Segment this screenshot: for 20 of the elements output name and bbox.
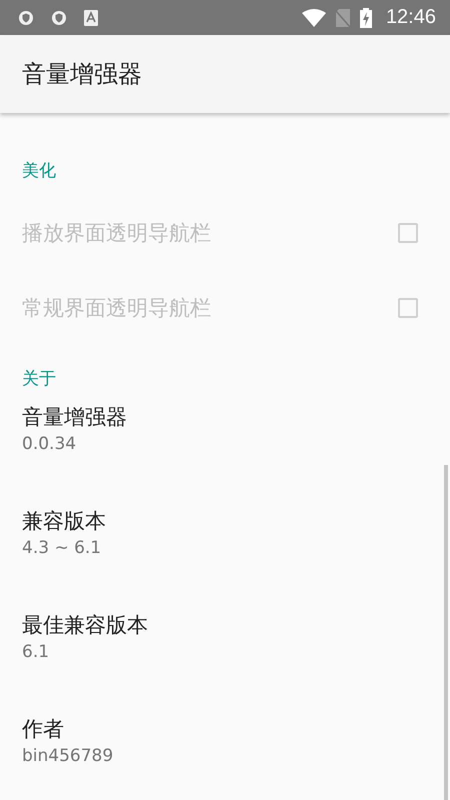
app-title: 音量增强器 (22, 59, 142, 90)
no-sim-icon (336, 8, 350, 26)
setting-title: 播放界面透明导航栏 (22, 220, 211, 246)
setting-title: 常规界面透明导航栏 (22, 294, 211, 322)
battery-charging-icon (360, 8, 372, 28)
info-summary: 6.1 (22, 641, 50, 664)
shield-icon (51, 10, 67, 26)
section-header: 美化 (21, 160, 57, 183)
info-title: 作者 (22, 716, 65, 743)
info-summary: 0.0.34 (22, 433, 78, 456)
clock: 12:46 (386, 6, 436, 29)
wifi-icon (302, 8, 326, 26)
info-summary: 4.3 ~ 6.1 (22, 537, 102, 560)
info-title: 兼容版本 (22, 508, 107, 535)
keyboard-icon (84, 10, 98, 26)
shield-icon (18, 10, 34, 26)
info-summary: bin456789 (22, 745, 114, 768)
section-header: 关于 (21, 368, 57, 391)
info-title: 音量增强器 (22, 404, 128, 431)
info-title: 最佳兼容版本 (22, 612, 149, 639)
